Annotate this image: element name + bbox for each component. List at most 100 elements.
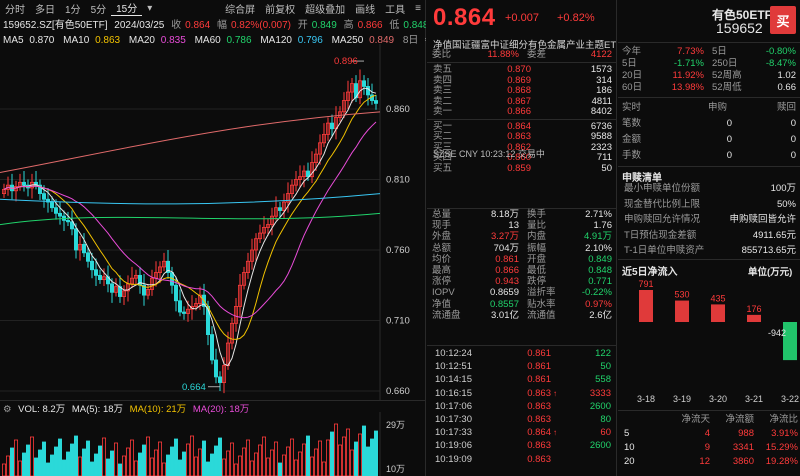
tab-1min[interactable]: 1分 [60, 1, 86, 16]
flow-days: 12 [699, 456, 710, 467]
tab-multiday[interactable]: 多日 [30, 1, 60, 16]
stat-value: 0.943 [495, 276, 519, 288]
divider [618, 97, 800, 98]
divider [618, 410, 800, 411]
toolbar-composite[interactable]: 综合屏 [220, 1, 260, 16]
redeem-value: 申购赎回皆允许 [729, 214, 796, 225]
candle-body [181, 311, 186, 314]
realtime-row-label: 手数 [622, 150, 642, 161]
perf-value: 1.02 [777, 70, 797, 81]
redeem-row: 申购赎回允许情况 申购赎回皆允许 [618, 214, 800, 225]
volume-bar [157, 441, 162, 476]
menu-icon[interactable]: ≡ [410, 3, 426, 14]
stats-row: 总量 8.18万 换手 2.71% [427, 209, 616, 221]
volume-bar [118, 463, 123, 476]
divider [427, 345, 616, 346]
toolbar-adjust[interactable]: 前复权 [260, 1, 300, 16]
bid-row[interactable]: 买二 0.863 9588 [427, 131, 616, 143]
redeem-row: 现金替代比例上限 50% [618, 199, 800, 210]
volume-bar [177, 459, 182, 476]
perf-value: -8.47% [765, 58, 796, 69]
stat-value: 3.27万 [491, 231, 519, 243]
flow-period: 10 [624, 442, 635, 453]
stat-value: 2.10% [585, 242, 612, 254]
net-inflow-chart: 791 3-18 530 3-19 435 3-20 176 3-21 -942 3-22 [637, 279, 799, 404]
price-axis-label: 0.810 [386, 175, 410, 186]
volume-bar [137, 452, 142, 476]
flow-table-row: 5 4 988 3.91% [618, 428, 800, 440]
flow-bar-label: 435 [710, 293, 725, 303]
subscribe-value: 0 [726, 118, 732, 129]
toolbar-draw[interactable]: 画线 [350, 1, 380, 16]
tick-price: 0.861 [527, 374, 551, 386]
realtime-row-label: 笔数 [622, 118, 642, 129]
ask-row[interactable]: 卖五 0.870 1573 [427, 64, 616, 76]
volume-bar [70, 443, 75, 476]
tick-time: 10:19:06 [435, 440, 472, 452]
ask-row[interactable]: 卖一 0.866 8402 [427, 106, 616, 118]
toolbar-overlay[interactable]: 超级叠加 [300, 1, 350, 16]
volume-bar [161, 462, 166, 476]
volume-bar [353, 441, 358, 476]
tick-volume: 80 [600, 414, 611, 425]
kline-chart[interactable]: 0.860 0.810 0.760 0.710 0.660 0.896 0.664 [0, 44, 426, 400]
candle-body [277, 207, 282, 211]
volume-bar [98, 445, 103, 476]
volume-bar [245, 439, 250, 476]
volume-bar [6, 455, 11, 476]
redeem-key: T日预估现金差额 [624, 229, 697, 241]
toolbar-tools[interactable]: 工具 [380, 1, 410, 16]
flow-days: 9 [704, 442, 710, 453]
fund-full-name: 净值国证疆富中证细分有色金属产业主题ET [433, 40, 617, 51]
volume-bar [197, 448, 202, 476]
chevron-down-icon[interactable]: ▾ [142, 3, 157, 14]
candle-body [329, 122, 334, 130]
candle-body [217, 376, 222, 383]
flow-amount: 3341 [732, 442, 754, 453]
stats-row: 净值 0.8557 贴水率 0.97% [427, 299, 616, 311]
ma10-label: MA10 0.863 [63, 35, 121, 44]
weicha-value: 4122 [590, 49, 612, 60]
ma60-label: MA60 0.786 [194, 35, 252, 44]
volume-bar [217, 437, 222, 476]
volume-bar [54, 446, 59, 476]
volume-bar [221, 458, 226, 476]
tick-price: 0.861 [527, 348, 551, 359]
tick-price: 0.863 [527, 387, 551, 399]
stat-label: 换手 [527, 209, 547, 220]
volume-bar [25, 444, 30, 476]
perf-label: 5日 [712, 46, 727, 57]
ask-row[interactable]: 卖三 0.868 186 [427, 85, 616, 97]
candle-body [21, 181, 26, 186]
weicha-label: 委差 [527, 49, 547, 60]
volume-bar [261, 436, 266, 476]
candle-body [58, 212, 63, 217]
settings-gear-icon[interactable]: ⚙ [424, 35, 426, 44]
volume-chart[interactable]: 29万 10万 [0, 412, 426, 476]
volume-bar [313, 448, 318, 476]
tab-15min[interactable]: 15分 [111, 0, 143, 16]
candle-body [373, 100, 378, 104]
tab-5min[interactable]: 5分 [86, 1, 112, 16]
redeem-value: 50% [776, 198, 796, 210]
perf-value: 0.66 [777, 82, 797, 93]
flow-bar [675, 300, 689, 322]
volume-bar [2, 463, 7, 476]
high-marker: 0.896 [334, 56, 358, 67]
flow-days: 4 [704, 428, 710, 439]
close-label: 收 [171, 20, 182, 30]
stats-row: 最高 0.866 最低 0.848 [427, 265, 616, 277]
buy-button[interactable]: 买 [770, 6, 796, 34]
volume-bar [241, 447, 246, 476]
volume-bar [38, 449, 43, 476]
volume-bar [133, 460, 138, 476]
volume-bar [110, 450, 115, 476]
candle-body [209, 334, 214, 361]
bid-row[interactable]: 买五 0.859 50 [427, 163, 616, 175]
candle-body [82, 243, 87, 254]
redeem-key: 现金替代比例上限 [624, 198, 701, 210]
stats-row: 流通盘 3.01亿 流通值 2.6亿 [427, 310, 616, 322]
stat-label: 最低 [527, 265, 547, 276]
tab-fenshi[interactable]: 分时 [0, 1, 30, 16]
tick-time: 10:16:15 [435, 387, 472, 399]
